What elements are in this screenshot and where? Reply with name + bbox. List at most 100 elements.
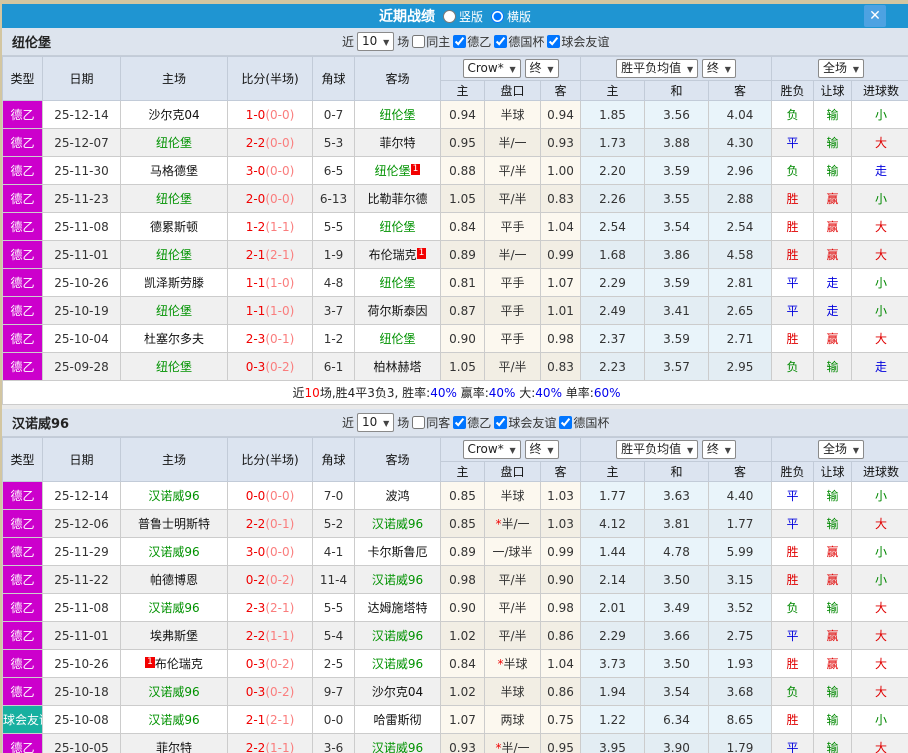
- avg-time-select[interactable]: 终 ▼: [701, 440, 736, 459]
- odds-group-header: Crow* ▼ 终 ▼: [439, 437, 582, 462]
- team-link[interactable]: 汉诺威96: [372, 517, 423, 531]
- match-count-select[interactable]: 10 ▼: [357, 413, 395, 432]
- team-link[interactable]: 纽伦堡: [379, 108, 415, 122]
- avg-home-cell: 2.37: [580, 324, 646, 353]
- scope-select[interactable]: 全场 ▼: [818, 59, 865, 78]
- league-filter-checkbox[interactable]: 德乙: [453, 33, 491, 50]
- result-handicap-cell: 输: [813, 156, 853, 185]
- scope-select[interactable]: 全场 ▼: [818, 440, 865, 459]
- column-subheader: 进球数: [851, 461, 908, 482]
- avg-time-select[interactable]: 终 ▼: [701, 59, 736, 78]
- home-team-cell: 菲尔特: [120, 733, 228, 753]
- odds-time-select[interactable]: 终 ▼: [524, 59, 559, 78]
- column-subheader: 主: [580, 80, 646, 101]
- league-filter-input[interactable]: [453, 416, 467, 429]
- avg-type-select[interactable]: 胜平负均值 ▼: [616, 440, 699, 459]
- team-link: 柏林赫塔: [373, 360, 422, 374]
- team-link[interactable]: 汉诺威96: [148, 713, 199, 727]
- date-cell: 25-10-05: [42, 733, 121, 753]
- odds-home-cell: 0.89: [440, 537, 485, 566]
- team-link[interactable]: 纽伦堡: [379, 276, 415, 290]
- team-link[interactable]: 汉诺威96: [148, 489, 199, 503]
- team-link[interactable]: 纽伦堡: [156, 192, 192, 206]
- team-link: 比勒菲尔德: [367, 192, 428, 206]
- team-link[interactable]: 纽伦堡: [379, 332, 415, 346]
- score-cell: 2-3(0-1): [227, 324, 313, 353]
- team-link: 马格德堡: [149, 164, 198, 178]
- same-venue-input[interactable]: [412, 416, 426, 429]
- team-link[interactable]: 纽伦堡: [156, 360, 192, 374]
- result-wdl-cell: 平: [771, 733, 815, 753]
- team-link[interactable]: 纽伦堡: [379, 220, 415, 234]
- handicap-cell: 平手: [484, 324, 541, 353]
- league-filter-checkbox[interactable]: 球会友谊: [494, 414, 556, 431]
- team-link[interactable]: 汉诺威96: [372, 629, 423, 643]
- avg-type-select[interactable]: 胜平负均值 ▼: [616, 59, 699, 78]
- red-card-badge: 1: [145, 657, 155, 668]
- vertical-radio-input[interactable]: [442, 9, 456, 23]
- league-filter-input[interactable]: [559, 416, 573, 429]
- result-wdl-cell: 平: [771, 621, 815, 650]
- same-venue-checkbox[interactable]: 同主: [412, 33, 450, 50]
- team-link[interactable]: 汉诺威96: [148, 545, 199, 559]
- avg-home-cell: 2.29: [580, 621, 646, 650]
- away-team-cell: 纽伦堡: [354, 324, 441, 353]
- match-row: 德乙 25-10-26 凯泽斯劳滕 1-1(1-0) 4-8 纽伦堡 0.81 …: [2, 268, 908, 297]
- result-goals-cell: 小: [851, 100, 908, 129]
- result-handicap-cell: 输: [813, 733, 853, 753]
- odds-company-select[interactable]: Crow* ▼: [462, 440, 521, 459]
- avg-away-cell: 2.65: [708, 296, 773, 325]
- horizontal-radio-input[interactable]: [491, 9, 504, 23]
- away-team-cell: 柏林赫塔: [354, 352, 441, 381]
- team-link[interactable]: 汉诺威96: [148, 601, 199, 615]
- column-subheader: 主: [580, 461, 646, 482]
- team-link: 普鲁士明斯特: [137, 517, 210, 531]
- odds-time-select[interactable]: 终 ▼: [524, 440, 559, 459]
- league-filter-checkbox[interactable]: 德国杯: [494, 33, 544, 50]
- layout-radio-horizontal[interactable]: 横版: [491, 8, 531, 25]
- odds-company-select[interactable]: Crow* ▼: [462, 59, 521, 78]
- score-cell: 2-3(2-1): [227, 593, 313, 622]
- result-goals-cell: 小: [851, 481, 908, 510]
- team-link[interactable]: 汉诺威96: [148, 685, 199, 699]
- odds-away-cell: 0.99: [539, 240, 582, 269]
- table-header-group-row: 类型 日期 主场 比分(半场) 角球 客场 Crow* ▼ 终 ▼ 胜平负均值 ▼ 终 ▼ 全场…: [2, 56, 908, 101]
- league-type-cell: 德乙: [2, 733, 43, 753]
- away-team-cell: 纽伦堡 1: [354, 156, 441, 185]
- odds-away-cell: 0.98: [539, 324, 582, 353]
- same-venue-checkbox[interactable]: 同客: [412, 414, 450, 431]
- close-icon[interactable]: ✕: [864, 5, 886, 27]
- team-link: 沙尔克04: [371, 685, 424, 699]
- team-link[interactable]: 汉诺威96: [372, 741, 423, 753]
- home-team-cell: 马格德堡: [120, 156, 228, 185]
- team-link[interactable]: 纽伦堡: [156, 248, 192, 262]
- team-link[interactable]: 汉诺威96: [372, 573, 423, 587]
- home-team-cell: 纽伦堡: [120, 128, 228, 157]
- fulltime-group-header: 全场 ▼: [771, 56, 908, 81]
- team-link[interactable]: 纽伦堡: [156, 304, 192, 318]
- away-team-cell: 汉诺威96: [354, 565, 441, 594]
- league-type-cell: 德乙: [2, 184, 43, 213]
- same-venue-input[interactable]: [412, 35, 426, 48]
- league-filter-input[interactable]: [453, 35, 467, 48]
- team-link[interactable]: 纽伦堡: [156, 136, 192, 150]
- league-filter-checkbox[interactable]: 球会友谊: [547, 33, 609, 50]
- date-cell: 25-11-29: [42, 537, 121, 566]
- layout-radio-vertical[interactable]: 竖版: [442, 8, 483, 25]
- league-type-cell: 球会友谊: [2, 705, 43, 734]
- chevron-down-icon: ▼: [852, 65, 860, 74]
- league-filter-checkbox[interactable]: 德国杯: [559, 414, 609, 431]
- league-type-cell: 德乙: [2, 212, 43, 241]
- league-filter-input[interactable]: [547, 35, 561, 48]
- league-filter-input[interactable]: [494, 416, 508, 429]
- team-link[interactable]: 纽伦堡: [375, 164, 411, 178]
- match-count-select[interactable]: 10 ▼: [357, 32, 395, 51]
- avg-away-cell: 4.04: [708, 100, 773, 129]
- league-filter-checkbox[interactable]: 德乙: [453, 414, 491, 431]
- result-goals-cell: 小: [851, 268, 908, 297]
- odds-away-cell: 0.86: [539, 621, 582, 650]
- date-cell: 25-10-04: [42, 324, 121, 353]
- team-link[interactable]: 汉诺威96: [372, 657, 423, 671]
- avg-draw-cell: 4.78: [644, 537, 710, 566]
- league-filter-input[interactable]: [494, 35, 508, 48]
